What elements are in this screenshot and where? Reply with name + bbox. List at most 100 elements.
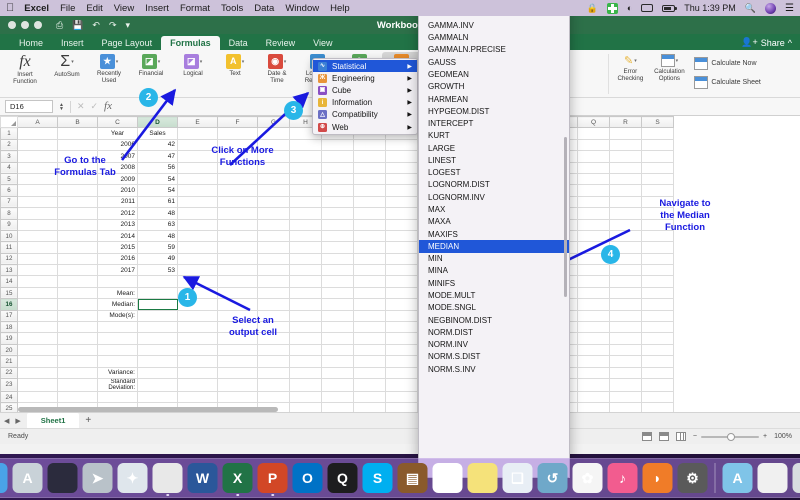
row-header-8[interactable]: 8 — [1, 208, 18, 219]
dock-item-powerpoint[interactable]: P — [258, 463, 288, 493]
financial-button[interactable]: ◪▾ Financial — [130, 52, 172, 77]
menu-item-help[interactable]: Help — [330, 3, 350, 14]
cell-D13[interactable]: 53 — [138, 265, 178, 276]
cell-G14[interactable] — [258, 276, 290, 287]
cell-E9[interactable] — [178, 219, 218, 230]
category-item-information[interactable]: iInformation▶ — [313, 97, 417, 109]
table-row[interactable]: 17Mode(s): — [1, 310, 674, 321]
dock-item-word[interactable]: W — [188, 463, 218, 493]
cell-D20[interactable] — [138, 344, 178, 355]
cell-H24[interactable] — [290, 391, 322, 402]
cell-E23[interactable] — [178, 378, 218, 391]
cell-H15[interactable] — [290, 287, 322, 298]
share-button[interactable]: 👤+ Share ^ — [741, 37, 792, 50]
cell-G23[interactable] — [258, 378, 290, 391]
cell-S21[interactable] — [642, 356, 674, 367]
cell-D23[interactable] — [138, 378, 178, 391]
cell-B19[interactable] — [58, 333, 98, 344]
cell-Q19[interactable] — [578, 333, 610, 344]
cell-H6[interactable] — [290, 185, 322, 196]
cell-G5[interactable] — [258, 173, 290, 184]
cell-E24[interactable] — [178, 391, 218, 402]
column-header-f[interactable]: F — [218, 117, 258, 128]
function-item-max[interactable]: MAX — [419, 204, 569, 216]
cell-Q15[interactable] — [578, 287, 610, 298]
row-header-21[interactable]: 21 — [1, 356, 18, 367]
cell-K15[interactable] — [386, 287, 418, 298]
undo-icon[interactable]: ↶ — [92, 20, 100, 31]
cell-E18[interactable] — [178, 322, 218, 333]
chevron-down-icon[interactable]: ▾ — [200, 59, 203, 65]
cell-A2[interactable] — [18, 139, 58, 150]
dock-item-notes[interactable] — [468, 463, 498, 493]
dock-item-quicktime[interactable]: Q — [328, 463, 358, 493]
tab-review[interactable]: Review — [257, 36, 305, 50]
dock-item-time-machine[interactable]: ↺ — [538, 463, 568, 493]
cell-D15[interactable] — [138, 287, 178, 298]
cell-B10[interactable] — [58, 230, 98, 241]
cell-J23[interactable] — [354, 378, 386, 391]
cell-C20[interactable] — [98, 344, 138, 355]
apple-logo-icon[interactable]:  — [6, 3, 14, 14]
cell-J24[interactable] — [354, 391, 386, 402]
cell-C9[interactable]: 2013 — [98, 219, 138, 230]
cell-B16[interactable] — [58, 299, 98, 310]
spotlight-search-icon[interactable]: 🔍 — [745, 3, 756, 14]
cell-K13[interactable] — [386, 265, 418, 276]
cell-Q9[interactable] — [578, 219, 610, 230]
row-header-24[interactable]: 24 — [1, 391, 18, 402]
cell-F20[interactable] — [218, 344, 258, 355]
table-row[interactable]: 13201753 — [1, 265, 674, 276]
cell-C2[interactable]: 2006 — [98, 139, 138, 150]
cell-J13[interactable] — [354, 265, 386, 276]
cell-H19[interactable] — [290, 333, 322, 344]
cell-H2[interactable] — [290, 139, 322, 150]
cell-A7[interactable] — [18, 196, 58, 207]
cell-K4[interactable] — [386, 162, 418, 173]
tab-insert[interactable]: Insert — [52, 36, 93, 50]
cell-J11[interactable] — [354, 242, 386, 253]
cell-R15[interactable] — [610, 287, 642, 298]
dock-item-chrome[interactable] — [153, 463, 183, 493]
cell-I15[interactable] — [322, 287, 354, 298]
column-header-e[interactable]: E — [178, 117, 218, 128]
cell-G3[interactable] — [258, 151, 290, 162]
cell-I10[interactable] — [322, 230, 354, 241]
cell-Q21[interactable] — [578, 356, 610, 367]
cell-Q2[interactable] — [578, 139, 610, 150]
redo-icon[interactable]: ↷ — [109, 20, 117, 31]
column-header-r[interactable]: R — [610, 117, 642, 128]
cell-R21[interactable] — [610, 356, 642, 367]
cell-S14[interactable] — [642, 276, 674, 287]
cell-S6[interactable] — [642, 185, 674, 196]
cell-F3[interactable] — [218, 151, 258, 162]
cell-I17[interactable] — [322, 310, 354, 321]
cell-G1[interactable] — [258, 128, 290, 139]
cell-H21[interactable] — [290, 356, 322, 367]
tab-data[interactable]: Data — [220, 36, 257, 50]
dock-item-excel[interactable]: X — [223, 463, 253, 493]
cell-R8[interactable] — [610, 208, 642, 219]
cell-R9[interactable] — [610, 219, 642, 230]
cell-C8[interactable]: 2012 — [98, 208, 138, 219]
function-item-logest[interactable]: LOGEST — [419, 167, 569, 179]
table-row[interactable]: 9201363 — [1, 219, 674, 230]
page-break-view-icon[interactable] — [676, 432, 686, 441]
cell-K19[interactable] — [386, 333, 418, 344]
cell-I23[interactable] — [322, 378, 354, 391]
fx-icon[interactable]: fx — [104, 101, 112, 112]
cell-F22[interactable] — [218, 367, 258, 378]
cell-J3[interactable] — [354, 151, 386, 162]
cell-A19[interactable] — [18, 333, 58, 344]
function-item-median[interactable]: MEDIAN — [419, 240, 569, 252]
cell-G22[interactable] — [258, 367, 290, 378]
window-controls[interactable] — [8, 21, 42, 29]
cell-D21[interactable] — [138, 356, 178, 367]
cell-I11[interactable] — [322, 242, 354, 253]
menu-item-window[interactable]: Window — [285, 3, 319, 14]
row-header-15[interactable]: 15 — [1, 287, 18, 298]
cell-G15[interactable] — [258, 287, 290, 298]
column-header-d[interactable]: D — [138, 117, 178, 128]
dock-item-contacts[interactable]: ▤ — [398, 463, 428, 493]
zoom-knob[interactable] — [727, 433, 735, 441]
